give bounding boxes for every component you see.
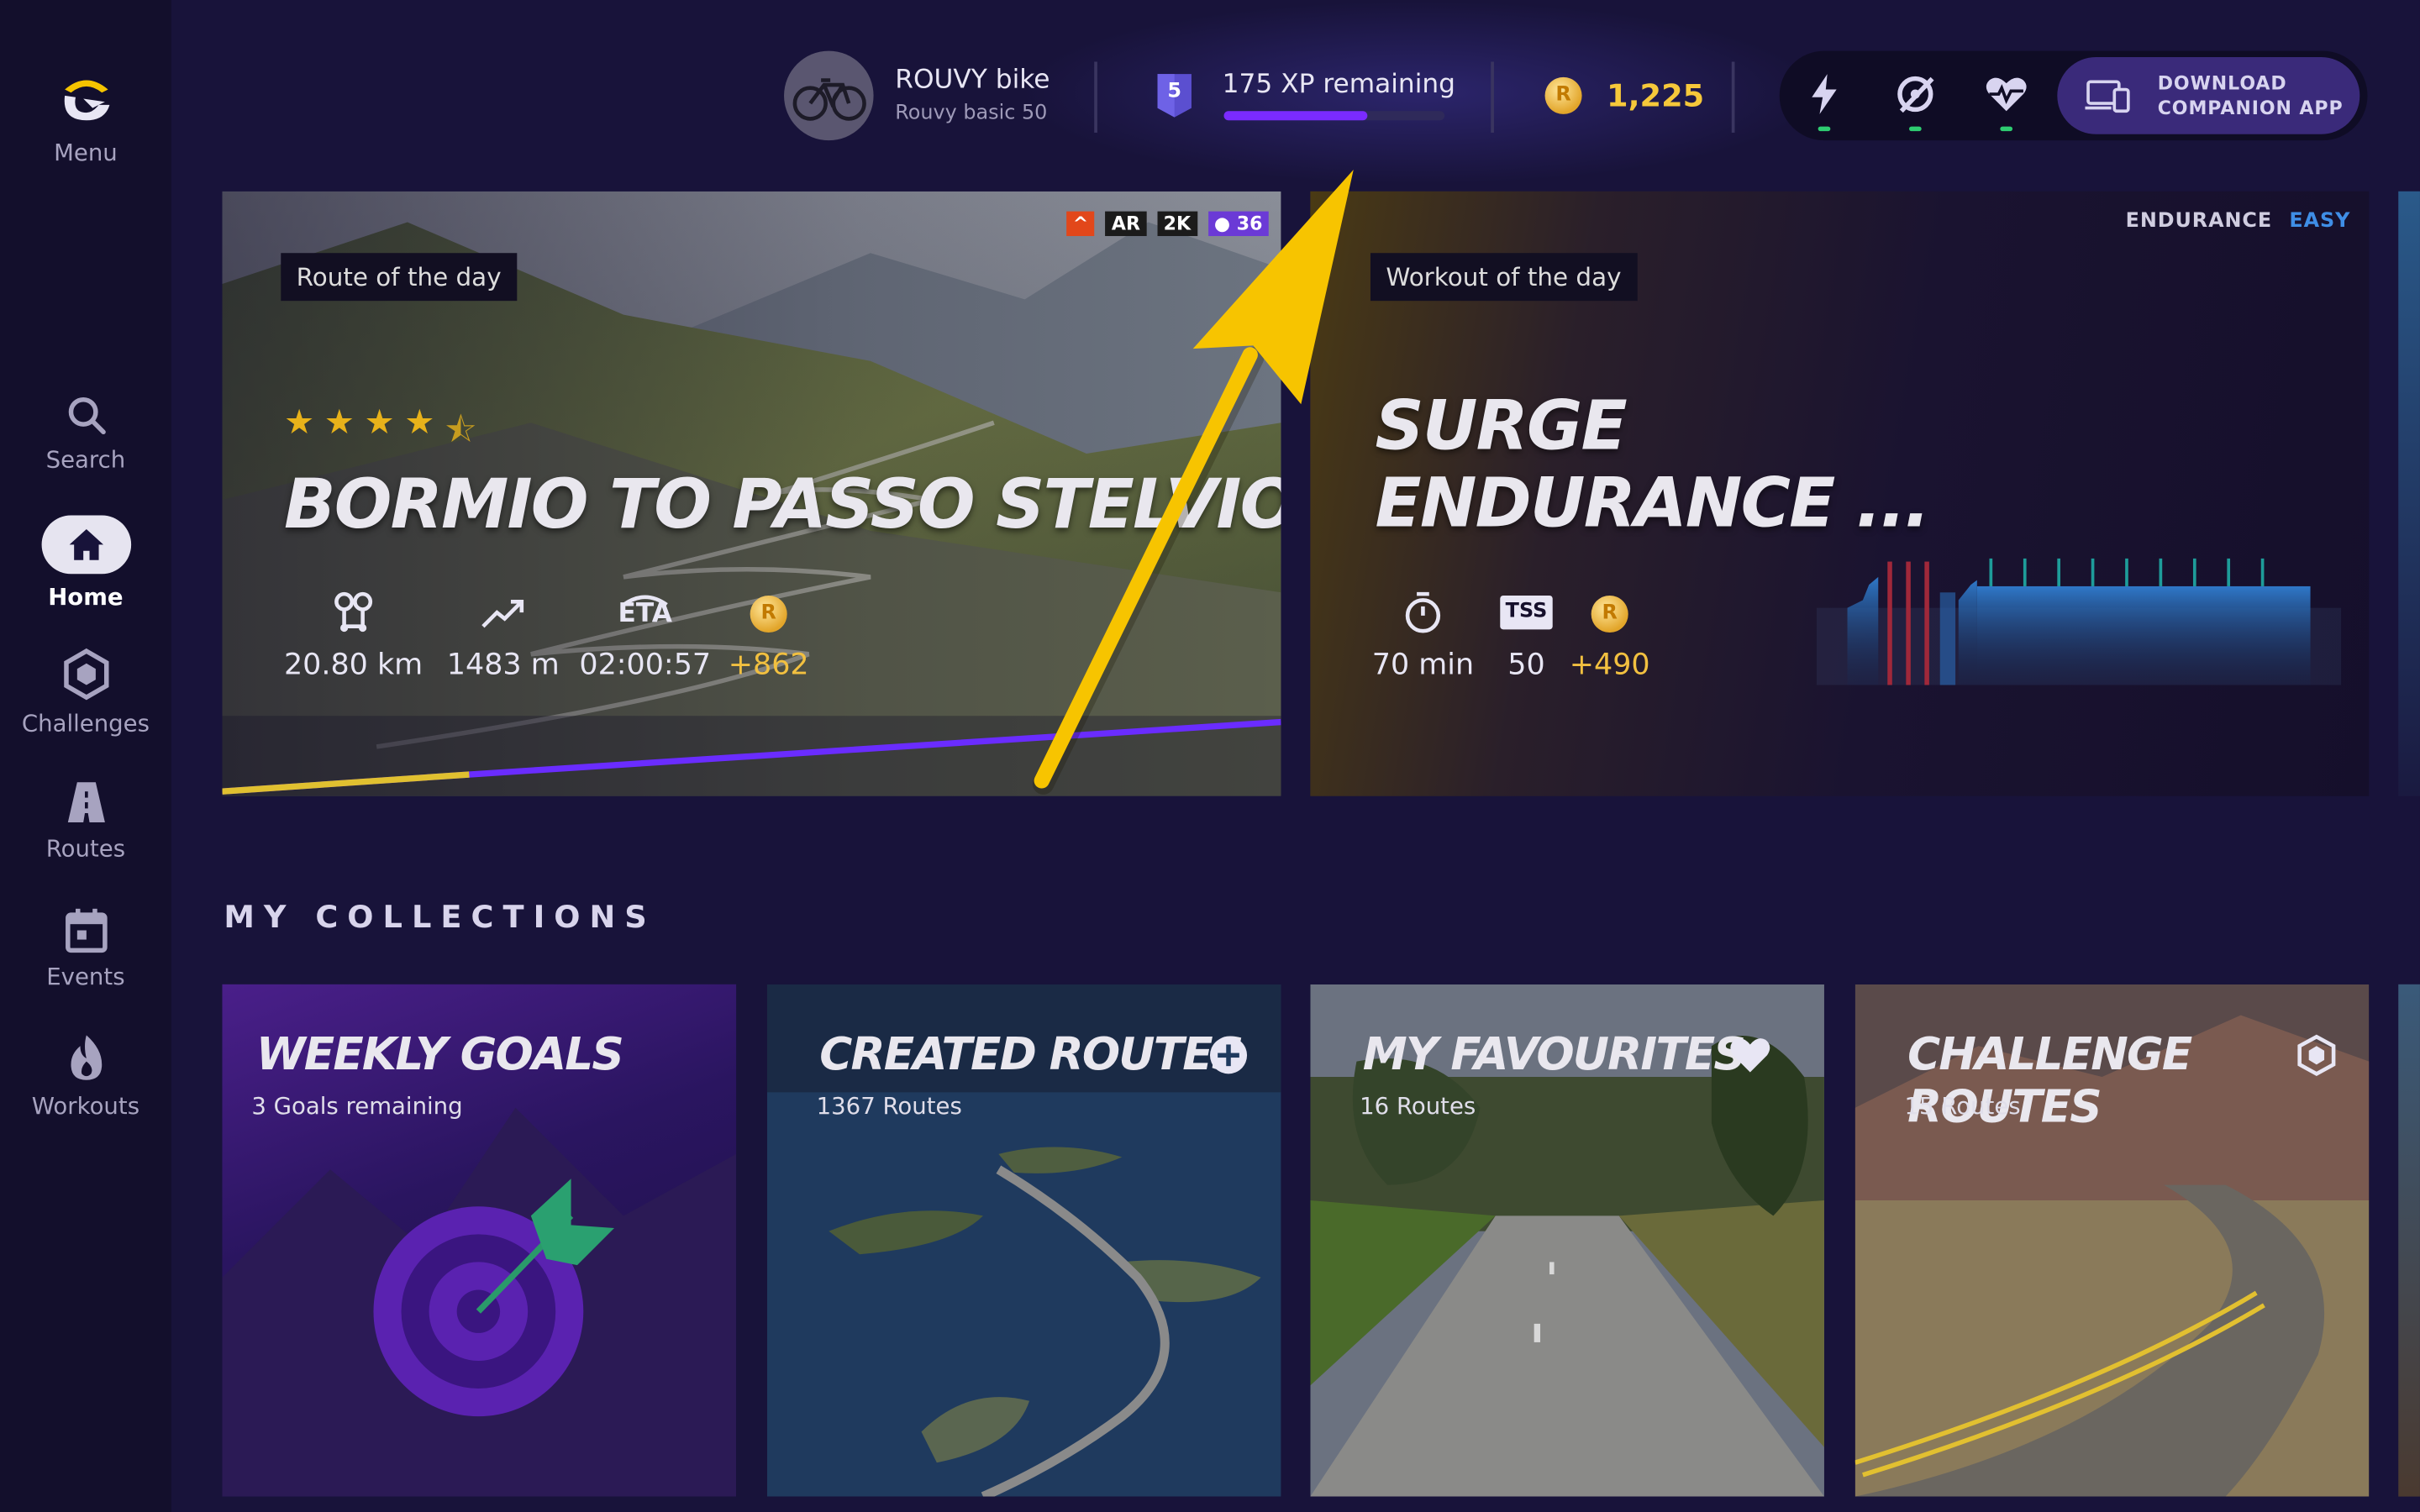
sidebar-item-search[interactable]: Search: [0, 393, 171, 474]
route-title: BORMIO TO PASSO STELVIO | ITALY: [283, 465, 1281, 545]
sidebar: Menu Search Home Challenges Routes Event…: [0, 0, 171, 1512]
riders-badge: ● 36: [1207, 211, 1269, 237]
download-companion-label: DOWNLOAD COMPANION APP: [2158, 71, 2344, 120]
riders-count: 36: [1236, 213, 1263, 235]
route-elevation: 1483 m: [446, 648, 560, 682]
hexagon-icon: [2297, 1034, 2336, 1076]
collection-title: WEEKLY GOALS: [255, 1027, 624, 1080]
collection-subtitle: 15 Routes: [1904, 1092, 2021, 1121]
speed-cadence-icon[interactable]: [1892, 71, 1939, 117]
sidebar-item-challenges[interactable]: Challenges: [0, 648, 171, 738]
workout-meta: ENDURANCE EASY: [2126, 210, 2351, 234]
bike-avatar[interactable]: [784, 50, 874, 141]
home-pill: [40, 515, 131, 575]
cadence-connected-dot: [1908, 126, 1922, 132]
bike-name[interactable]: ROUVY bike: [895, 65, 1050, 96]
collection-subtitle: 3 Goals remaining: [251, 1092, 463, 1121]
half-star-icon: ⯪: [444, 412, 477, 451]
add-route-icon[interactable]: [1207, 1034, 1249, 1077]
coin-icon: R: [1591, 595, 1628, 633]
coin-balance: 1,225: [1607, 76, 1705, 114]
star-icon: ★: [283, 404, 315, 444]
power-meter-icon[interactable]: [1801, 71, 1847, 117]
star-icon: ★: [364, 404, 395, 444]
next-collection-peek[interactable]: [2398, 984, 2420, 1497]
divider: [1491, 61, 1494, 133]
power-connected-dot: [1818, 126, 1831, 132]
stopwatch-icon: [1405, 591, 1441, 633]
collection-subtitle: 16 Routes: [1360, 1092, 1476, 1121]
level-number: 5: [1167, 80, 1182, 104]
route-eta: 02:00:57: [579, 648, 712, 682]
tss-icon: TSS: [1500, 595, 1553, 630]
route-distance-icon: [334, 591, 373, 633]
devices-icon: [2085, 80, 2130, 113]
workout-duration: 70 min: [1371, 648, 1475, 682]
collection-title: MY FAVOURITES: [1362, 1027, 1746, 1080]
sidebar-item-label: Home: [48, 583, 124, 612]
flame-icon: [70, 1035, 102, 1080]
heart-icon: [1730, 1038, 1770, 1073]
strava-badge: ^: [1066, 211, 1095, 237]
resolution-badge: 2K: [1157, 211, 1197, 237]
home-icon: [68, 528, 103, 560]
star-icon: ★: [324, 404, 355, 444]
download-line2: COMPANION APP: [2157, 97, 2344, 119]
ar-badge: AR: [1105, 211, 1147, 237]
collection-weekly-goals[interactable]: WEEKLY GOALS 3 Goals remaining: [222, 984, 737, 1497]
collection-my-favourites[interactable]: MY FAVOURITES 16 Routes: [1310, 984, 1824, 1497]
workout-tss: 50: [1507, 648, 1545, 682]
app-window: Menu Search Home Challenges Routes Event…: [0, 0, 2420, 1512]
hexagon-icon: [63, 648, 108, 701]
route-badges: ^ AR 2K ● 36: [1064, 207, 1269, 237]
route-distance: 20.80 km: [283, 648, 424, 682]
xp-progress-bar: [1223, 111, 1445, 121]
download-line1: DOWNLOAD: [2157, 72, 2287, 95]
route-of-day-tag: Route of the day: [281, 253, 517, 302]
rouvy-logo-icon: [63, 80, 109, 121]
collection-title: CREATED ROUTES: [819, 1027, 1244, 1080]
star-icon: ★: [404, 404, 435, 444]
sidebar-item-workouts[interactable]: Workouts: [0, 1034, 171, 1121]
workout-category: ENDURANCE: [2125, 209, 2273, 234]
eta-label: ETA: [618, 598, 672, 630]
sidebar-item-home[interactable]: Home: [0, 515, 171, 611]
menu-button[interactable]: Menu: [0, 74, 171, 166]
divider: [1731, 61, 1735, 133]
bike-icon: [792, 78, 866, 121]
sidebar-item-routes[interactable]: Routes: [0, 780, 171, 863]
collection-challenge-routes[interactable]: CHALLENGE ROUTES 15 Routes: [1854, 984, 2370, 1497]
coin-icon: R: [750, 595, 787, 633]
heart-rate-icon[interactable]: [1983, 71, 2029, 117]
xp-progress-fill: [1223, 111, 1368, 121]
xp-remaining: 175 XP remaining: [1222, 69, 1456, 101]
divider: [1094, 61, 1097, 133]
collection-created-routes[interactable]: CREATED ROUTES 1367 Routes: [766, 984, 1281, 1497]
road-icon: [66, 782, 104, 822]
calendar-icon: [65, 908, 107, 953]
route-of-day-card[interactable]: ^ AR 2K ● 36 Route of the day ★ ★ ★ ★ ⯪ …: [222, 191, 1281, 796]
workout-difficulty: EASY: [2289, 209, 2351, 234]
elevation-icon: [481, 600, 524, 628]
workout-coins: +490: [1569, 648, 1650, 682]
sidebar-item-label: Routes: [45, 834, 126, 863]
collection-subtitle: 1367 Routes: [816, 1092, 962, 1121]
bike-profile: Rouvy basic 50: [895, 102, 1048, 125]
menu-label: Menu: [54, 139, 118, 167]
sidebar-item-events[interactable]: Events: [0, 907, 171, 990]
route-coins: +862: [728, 648, 809, 682]
hr-connected-dot: [2000, 126, 2013, 132]
sidebar-item-label: Workouts: [31, 1092, 140, 1121]
search-icon: [67, 396, 105, 435]
sidebar-item-label: Search: [45, 445, 126, 474]
workout-title-line1: SURGE: [1375, 387, 1627, 466]
workout-of-day-card[interactable]: ENDURANCE EASY Workout of the day SURGE …: [1310, 191, 2370, 796]
workout-profile-chart: [1816, 558, 2342, 685]
coin-icon: R: [1544, 76, 1582, 114]
collections-heading: MY COLLECTIONS: [224, 897, 656, 936]
next-card-peek[interactable]: [2398, 191, 2420, 796]
workout-of-day-tag: Workout of the day: [1370, 253, 1637, 302]
sidebar-item-label: Events: [46, 963, 125, 991]
sidebar-item-label: Challenges: [21, 709, 150, 738]
